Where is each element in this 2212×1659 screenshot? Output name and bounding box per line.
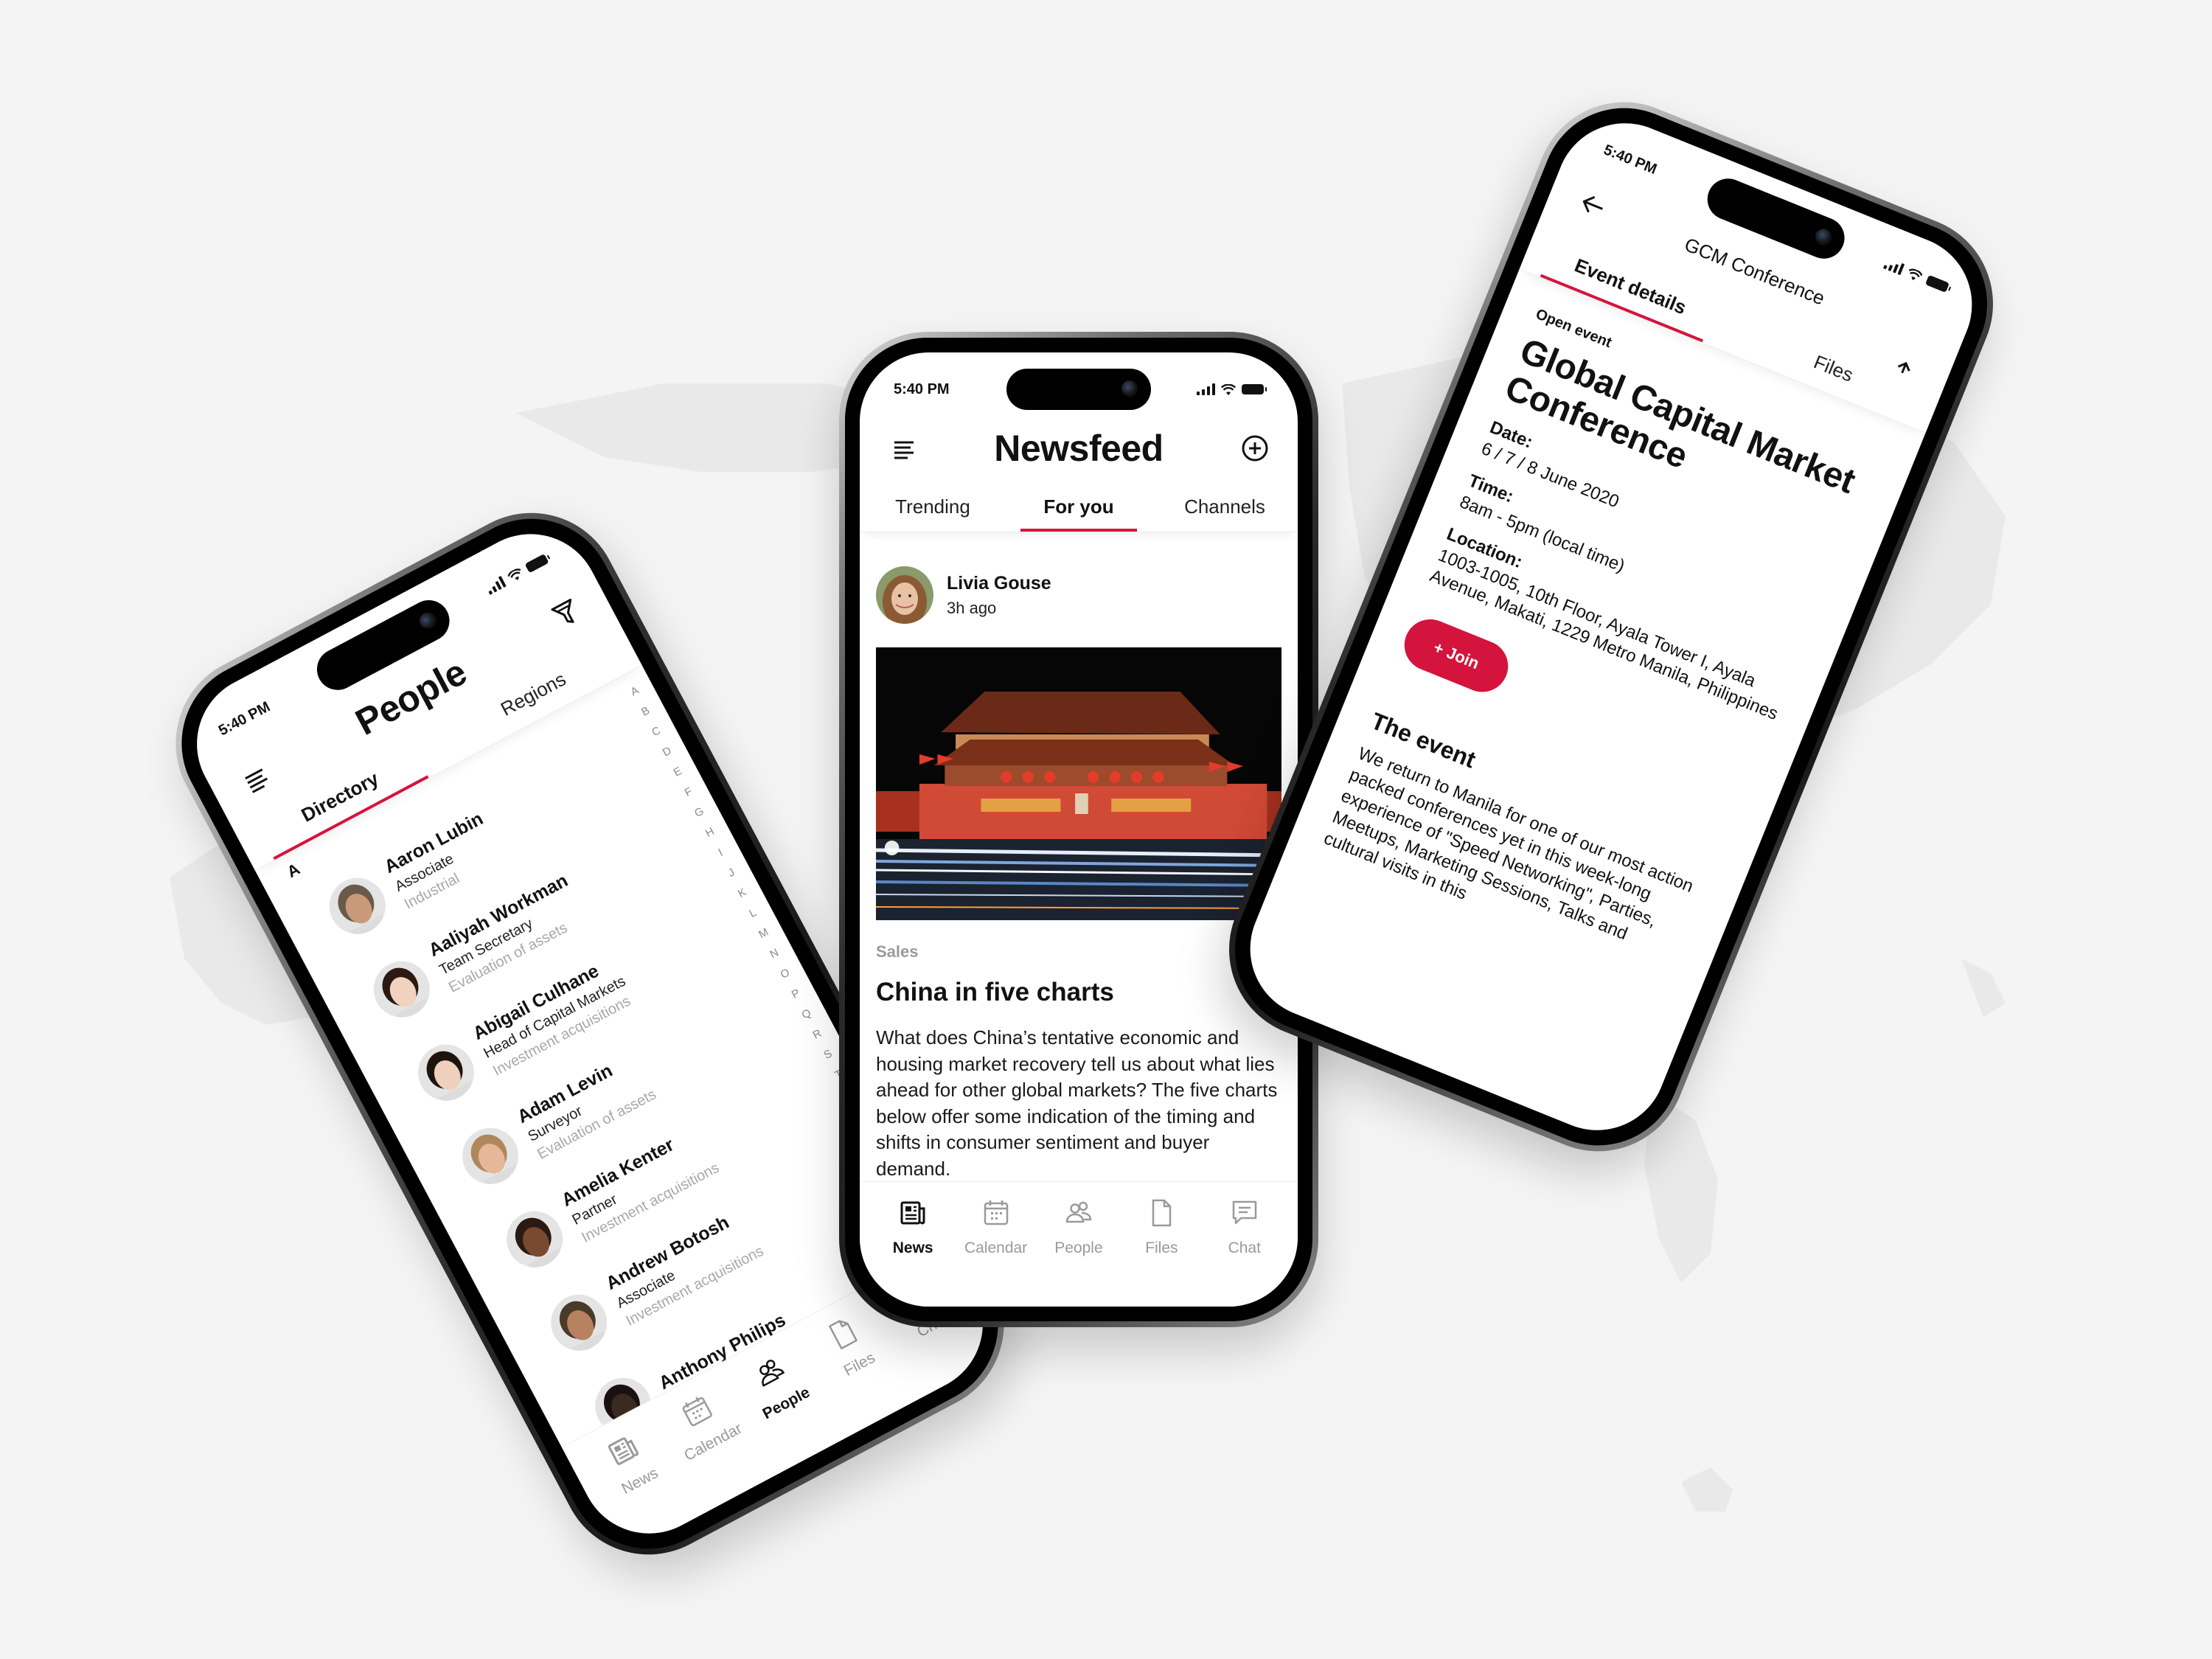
nav-label: People (1054, 1239, 1103, 1256)
post-author[interactable]: Livia Gouse 3h ago (876, 566, 1051, 624)
status-time: 5:40 PM (1601, 141, 1660, 178)
newsfeed-tabs: Trending For you Channels (860, 485, 1298, 532)
menu-button[interactable] (237, 760, 277, 800)
nav-item-calendar[interactable]: Calendar (956, 1198, 1037, 1307)
status-time: 5:40 PM (215, 698, 273, 739)
index-letter[interactable]: C (647, 720, 665, 743)
nav-item-news[interactable]: News (872, 1198, 953, 1307)
nav-label: News (892, 1239, 933, 1256)
post-title[interactable]: China in five charts (876, 978, 1114, 1007)
nav-label: Files (1145, 1239, 1178, 1256)
index-letter[interactable]: P (787, 982, 804, 1006)
post-category: Sales (876, 942, 919, 961)
index-letter[interactable]: R (808, 1023, 826, 1046)
battery-icon (1924, 274, 1950, 293)
newsfeed-screen: 5:40 PM Newsfeed Trending For you Channe… (860, 352, 1298, 1307)
index-letter[interactable]: E (669, 760, 686, 784)
tab-for-you[interactable]: For you (1006, 485, 1152, 532)
index-letter[interactable]: L (745, 902, 761, 925)
add-button[interactable] (1240, 434, 1270, 463)
file-icon (823, 1313, 865, 1357)
back-button[interactable] (1573, 186, 1612, 224)
page-title: Newsfeed (994, 428, 1164, 469)
back-arrow-icon (1582, 195, 1603, 213)
battery-icon (1242, 384, 1267, 394)
author-name: Livia Gouse (947, 572, 1051, 594)
plus-circle-icon (1242, 435, 1268, 462)
file-icon (1147, 1198, 1176, 1232)
wifi-icon (506, 566, 524, 584)
signal-icon (1882, 257, 1905, 276)
nav-item-chat[interactable]: Chat (1204, 1198, 1285, 1307)
news-icon (898, 1198, 928, 1232)
filter-icon (551, 598, 574, 623)
index-letter[interactable]: B (637, 700, 654, 723)
post-image[interactable] (876, 647, 1281, 920)
person-avatar (364, 951, 440, 1028)
index-letter[interactable]: H (701, 821, 719, 844)
filter-button[interactable] (546, 594, 586, 634)
wifi-icon (1220, 383, 1237, 395)
menu-icon (894, 441, 914, 459)
author-avatar (876, 566, 933, 624)
post-body: What does China’s tentative economic and… (876, 1026, 1278, 1180)
nav-item-people[interactable]: People (1038, 1198, 1119, 1307)
person-avatar (540, 1284, 617, 1361)
index-letter[interactable]: F (680, 781, 697, 804)
news-icon (604, 1430, 646, 1474)
index-letter[interactable]: K (734, 881, 751, 905)
bottom-navigation: News Calendar People Files Chat (860, 1181, 1298, 1307)
index-letter[interactable]: D (658, 740, 676, 763)
person-avatar (452, 1118, 529, 1194)
person-avatar (496, 1201, 573, 1278)
dynamic-island (1006, 369, 1151, 410)
menu-button[interactable] (889, 435, 919, 465)
tab-channels[interactable]: Channels (1152, 485, 1298, 532)
people-icon (750, 1352, 792, 1396)
calendar-icon (677, 1391, 719, 1435)
nav-label: Chat (1228, 1239, 1261, 1256)
index-letter[interactable]: N (765, 942, 783, 965)
nav-item-files[interactable]: Files (1121, 1198, 1202, 1307)
wifi-icon (1906, 266, 1924, 282)
index-letter[interactable]: I (714, 842, 727, 863)
menu-icon (245, 768, 268, 793)
people-icon (1064, 1198, 1093, 1232)
signal-icon (484, 575, 507, 595)
chat-icon (1230, 1198, 1259, 1232)
signal-icon (1197, 383, 1215, 395)
index-letter[interactable]: J (723, 861, 739, 884)
post-time: 3h ago (947, 598, 997, 617)
status-time: 5:40 PM (894, 380, 950, 397)
person-avatar (408, 1034, 484, 1111)
newsfeed-phone: 5:40 PM Newsfeed Trending For you Channe… (839, 332, 1318, 1327)
nav-label: Files (841, 1349, 878, 1380)
index-letter[interactable]: A (626, 679, 643, 703)
tab-trending[interactable]: Trending (860, 485, 1006, 532)
nav-label: Calendar (964, 1239, 1028, 1256)
person-avatar (319, 868, 396, 945)
index-letter[interactable]: S (819, 1043, 836, 1066)
calendar-icon (981, 1198, 1011, 1232)
join-button[interactable]: + Join (1397, 611, 1516, 700)
battery-icon (524, 553, 549, 574)
